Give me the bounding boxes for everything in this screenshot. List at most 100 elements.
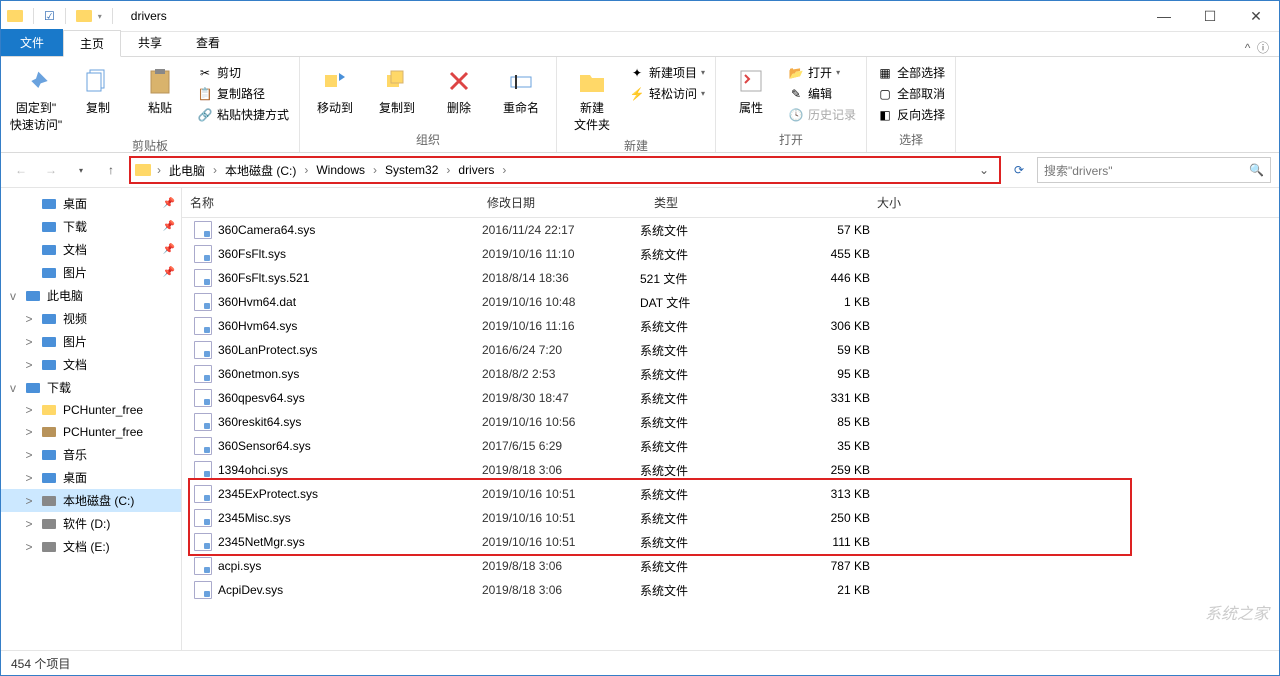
expand-icon[interactable]: > bbox=[23, 425, 35, 439]
new-folder-button[interactable]: 新建 文件夹 bbox=[563, 63, 621, 135]
table-row[interactable]: 2345Misc.sys2019/10/16 10:51系统文件250 KB bbox=[182, 506, 1279, 530]
file-list[interactable]: 名称 修改日期 类型 大小 360Camera64.sys2016/11/24 … bbox=[182, 188, 1279, 650]
select-none-button[interactable]: ▢全部取消 bbox=[873, 84, 949, 103]
edit-button[interactable]: ✎编辑 bbox=[784, 84, 860, 103]
table-row[interactable]: 360Camera64.sys2016/11/24 22:17系统文件57 KB bbox=[182, 218, 1279, 242]
expand-icon[interactable]: > bbox=[23, 494, 35, 508]
refresh-button[interactable]: ⟳ bbox=[1007, 158, 1031, 182]
sidebar-item[interactable]: v此电脑 bbox=[1, 284, 181, 307]
expand-icon[interactable]: v bbox=[7, 289, 19, 303]
sidebar-item[interactable]: >PCHunter_free bbox=[1, 399, 181, 421]
sidebar-item[interactable]: v下载 bbox=[1, 376, 181, 399]
column-headers[interactable]: 名称 修改日期 类型 大小 bbox=[182, 188, 1279, 218]
copy-to-button[interactable]: 复制到 bbox=[368, 63, 426, 118]
chevron-right-icon[interactable]: › bbox=[211, 163, 219, 177]
breadcrumb-segment[interactable]: drivers bbox=[452, 163, 500, 177]
table-row[interactable]: 360LanProtect.sys2016/6/24 7:20系统文件59 KB bbox=[182, 338, 1279, 362]
breadcrumb-segment[interactable]: Windows bbox=[310, 163, 371, 177]
table-row[interactable]: 360qpesv64.sys2019/8/30 18:47系统文件331 KB bbox=[182, 386, 1279, 410]
expand-icon[interactable]: > bbox=[23, 312, 35, 326]
address-dropdown-button[interactable]: ⌄ bbox=[973, 163, 995, 177]
minimize-button[interactable]: — bbox=[1141, 1, 1187, 31]
expand-icon[interactable]: > bbox=[23, 517, 35, 531]
column-date[interactable]: 修改日期 bbox=[479, 188, 646, 217]
paste-button[interactable]: 粘贴 bbox=[131, 63, 189, 118]
copy-button[interactable]: 复制 bbox=[69, 63, 127, 118]
sidebar-item[interactable]: >文档 (E:) bbox=[1, 535, 181, 558]
expand-icon[interactable]: > bbox=[23, 403, 35, 417]
table-row[interactable]: acpi.sys2019/8/18 3:06系统文件787 KB bbox=[182, 554, 1279, 578]
move-to-button[interactable]: 移动到 bbox=[306, 63, 364, 118]
chevron-right-icon[interactable]: › bbox=[155, 163, 163, 177]
paste-shortcut-button[interactable]: 🔗粘贴快捷方式 bbox=[193, 105, 293, 124]
expand-icon[interactable]: > bbox=[23, 471, 35, 485]
column-type[interactable]: 类型 bbox=[646, 188, 793, 217]
table-row[interactable]: 360Hvm64.dat2019/10/16 10:48DAT 文件1 KB bbox=[182, 290, 1279, 314]
table-row[interactable]: 360FsFlt.sys.5212018/8/14 18:36521 文件446… bbox=[182, 266, 1279, 290]
breadcrumb-segment[interactable]: 本地磁盘 (C:) bbox=[219, 162, 302, 179]
qat-dropdown-icon[interactable]: ▾ bbox=[98, 12, 102, 21]
table-row[interactable]: 360Hvm64.sys2019/10/16 11:16系统文件306 KB bbox=[182, 314, 1279, 338]
navigation-pane[interactable]: 桌面📌下载📌文档📌图片📌v此电脑>视频>图片>文档v下载>PCHunter_fr… bbox=[1, 188, 182, 650]
tab-home[interactable]: 主页 bbox=[63, 30, 121, 57]
recent-locations-button[interactable]: ▾ bbox=[69, 158, 93, 182]
invert-selection-button[interactable]: ◧反向选择 bbox=[873, 105, 949, 124]
sidebar-item[interactable]: >图片 bbox=[1, 330, 181, 353]
table-row[interactable]: 2345NetMgr.sys2019/10/16 10:51系统文件111 KB bbox=[182, 530, 1279, 554]
sidebar-item[interactable]: >本地磁盘 (C:) bbox=[1, 489, 181, 512]
copy-path-button[interactable]: 📋复制路径 bbox=[193, 84, 293, 103]
sidebar-item[interactable]: 桌面📌 bbox=[1, 192, 181, 215]
back-button[interactable]: ← bbox=[9, 158, 33, 182]
tab-file[interactable]: 文件 bbox=[1, 29, 63, 56]
sidebar-item[interactable]: >软件 (D:) bbox=[1, 512, 181, 535]
sidebar-item[interactable]: >桌面 bbox=[1, 466, 181, 489]
table-row[interactable]: 360reskit64.sys2019/10/16 10:56系统文件85 KB bbox=[182, 410, 1279, 434]
column-size[interactable]: 大小 bbox=[793, 188, 910, 217]
up-button[interactable]: ↑ bbox=[99, 158, 123, 182]
expand-icon[interactable]: > bbox=[23, 540, 35, 554]
sidebar-item[interactable]: 文档📌 bbox=[1, 238, 181, 261]
chevron-right-icon[interactable]: › bbox=[500, 163, 508, 177]
sidebar-item[interactable]: >音乐 bbox=[1, 443, 181, 466]
breadcrumb-segment[interactable]: System32 bbox=[379, 163, 444, 177]
expand-icon[interactable]: > bbox=[23, 358, 35, 372]
forward-button[interactable]: → bbox=[39, 158, 63, 182]
open-button[interactable]: 📂打开 ▾ bbox=[784, 63, 860, 82]
easy-access-button[interactable]: ⚡轻松访问 ▾ bbox=[625, 84, 709, 103]
table-row[interactable]: 2345ExProtect.sys2019/10/16 10:51系统文件313… bbox=[182, 482, 1279, 506]
pin-to-quick-access-button[interactable]: 固定到" 快速访问" bbox=[7, 63, 65, 135]
expand-icon[interactable]: > bbox=[23, 335, 35, 349]
select-all-button[interactable]: ▦全部选择 bbox=[873, 63, 949, 82]
chevron-right-icon[interactable]: › bbox=[444, 163, 452, 177]
table-row[interactable]: AcpiDev.sys2019/8/18 3:06系统文件21 KB bbox=[182, 578, 1279, 602]
sidebar-item[interactable]: >PCHunter_free bbox=[1, 421, 181, 443]
sidebar-item[interactable]: >视频 bbox=[1, 307, 181, 330]
search-input[interactable]: 搜索"drivers" 🔍 bbox=[1037, 157, 1271, 183]
breadcrumb-segment[interactable]: 此电脑 bbox=[163, 162, 211, 179]
expand-icon[interactable]: v bbox=[7, 381, 19, 395]
table-row[interactable]: 360FsFlt.sys2019/10/16 11:10系统文件455 KB bbox=[182, 242, 1279, 266]
delete-button[interactable]: 删除 bbox=[430, 63, 488, 118]
chevron-right-icon[interactable]: › bbox=[371, 163, 379, 177]
qat-folder-icon[interactable] bbox=[76, 10, 92, 22]
tab-share[interactable]: 共享 bbox=[121, 29, 179, 56]
table-row[interactable]: 1394ohci.sys2019/8/18 3:06系统文件259 KB bbox=[182, 458, 1279, 482]
tab-view[interactable]: 查看 bbox=[179, 29, 237, 56]
sidebar-item[interactable]: 下载📌 bbox=[1, 215, 181, 238]
table-row[interactable]: 360netmon.sys2018/8/2 2:53系统文件95 KB bbox=[182, 362, 1279, 386]
sidebar-item[interactable]: 图片📌 bbox=[1, 261, 181, 284]
rename-button[interactable]: 重命名 bbox=[492, 63, 550, 118]
history-button[interactable]: 🕓历史记录 bbox=[784, 105, 860, 124]
sidebar-item[interactable]: >文档 bbox=[1, 353, 181, 376]
close-button[interactable]: ✕ bbox=[1233, 1, 1279, 31]
new-item-button[interactable]: ✦新建项目 ▾ bbox=[625, 63, 709, 82]
chevron-right-icon[interactable]: › bbox=[302, 163, 310, 177]
table-row[interactable]: 360Sensor64.sys2017/6/15 6:29系统文件35 KB bbox=[182, 434, 1279, 458]
ribbon-collapse-button[interactable]: ^ ⓘ bbox=[1235, 39, 1279, 56]
properties-button[interactable]: 属性 bbox=[722, 63, 780, 118]
expand-icon[interactable]: > bbox=[23, 448, 35, 462]
qat-check-icon[interactable]: ☑ bbox=[44, 9, 55, 23]
maximize-button[interactable]: ☐ bbox=[1187, 1, 1233, 31]
breadcrumb[interactable]: › 此电脑›本地磁盘 (C:)›Windows›System32›drivers… bbox=[129, 156, 1001, 184]
column-name[interactable]: 名称 bbox=[182, 188, 479, 217]
